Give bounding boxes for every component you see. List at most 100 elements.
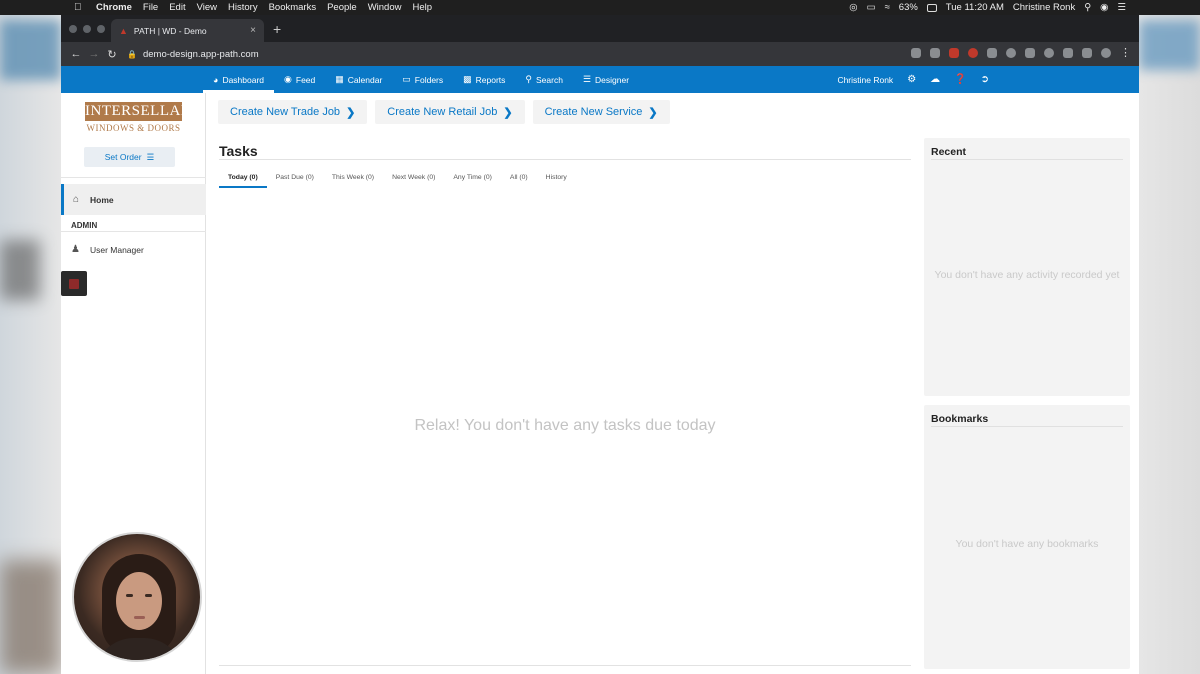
button-label: Create New Retail Job	[387, 106, 498, 118]
menu-file[interactable]: File	[143, 2, 158, 13]
nav-label: Calendar	[347, 74, 383, 85]
forward-icon[interactable]: →	[85, 48, 103, 60]
recent-title: Recent	[931, 146, 967, 158]
star-bookmark-icon[interactable]	[930, 48, 940, 58]
divider	[61, 177, 206, 178]
help-icon[interactable]: ❓	[954, 74, 966, 85]
close-window-button[interactable]	[69, 25, 77, 33]
create-retail-job-button[interactable]: Create New Retail Job ❯	[375, 100, 525, 124]
dashboard-icon: ◕	[213, 74, 219, 85]
extension-icon[interactable]	[1063, 48, 1073, 58]
spotlight-search-icon[interactable]: ⚲	[1084, 2, 1091, 13]
new-tab-button[interactable]: +	[273, 21, 281, 37]
divider	[61, 231, 206, 232]
bookmarks-title: Bookmarks	[931, 413, 989, 425]
nav-search[interactable]: ⚲ Search	[515, 66, 573, 93]
profile-avatar-icon[interactable]	[1101, 48, 1111, 58]
logo-line-2: WINDOWS & DOORS	[86, 123, 181, 133]
menu-window[interactable]: Window	[368, 2, 402, 13]
sidebar-item-user-manager[interactable]: ♟ User Manager	[71, 244, 144, 255]
tab-any-time[interactable]: Any Time (0)	[444, 168, 501, 188]
clock[interactable]: Tue 11:20 AM	[946, 2, 1004, 13]
extension-icon[interactable]	[987, 48, 997, 58]
sidebar-item-label: User Manager	[89, 244, 144, 255]
home-icon: ⌂	[73, 194, 80, 205]
extension-icon[interactable]	[1025, 48, 1035, 58]
nav-calendar[interactable]: ▦ Calendar	[325, 66, 392, 93]
siri-icon[interactable]: ◉	[1100, 2, 1108, 13]
nav-user-tools: Christine Ronk ⚙ ☁ ❓ ➲	[837, 66, 1139, 93]
tab-next-week[interactable]: Next Week (0)	[383, 168, 444, 188]
apple-menu-icon[interactable]: 	[74, 2, 84, 13]
add-user-icon: ♟	[71, 244, 80, 255]
back-icon[interactable]: ←	[67, 48, 85, 60]
close-tab-icon[interactable]: ×	[250, 25, 256, 36]
battery-percent[interactable]: 63%	[899, 2, 918, 13]
button-label: Create New Trade Job	[230, 106, 341, 118]
menu-history[interactable]: History	[228, 2, 258, 13]
webcam-overlay	[72, 532, 202, 662]
extension-round-icon[interactable]	[1044, 48, 1054, 58]
mac-menu-bar:  Chrome File Edit View History Bookmark…	[0, 0, 1200, 15]
nav-reports[interactable]: ▩ Reports	[453, 66, 515, 93]
extension-icon[interactable]	[1082, 48, 1092, 58]
app-nav-bar: ◕ Dashboard ◉ Feed ▦ Calendar ▭ Folders …	[61, 66, 1139, 93]
menu-help[interactable]: Help	[412, 2, 432, 13]
stop-recording-button[interactable]	[61, 271, 87, 296]
nav-feed[interactable]: ◉ Feed	[274, 66, 325, 93]
menu-edit[interactable]: Edit	[169, 2, 185, 13]
tab-all[interactable]: All (0)	[501, 168, 537, 188]
menu-app-name[interactable]: Chrome	[96, 2, 132, 13]
extension-red-icon[interactable]	[949, 48, 959, 58]
tab-today[interactable]: Today (0)	[219, 168, 267, 188]
sidebar-item-home[interactable]: ⌂ Home	[61, 184, 206, 215]
browser-toolbar: ← → ↻ 🔒 demo-design.app-path.com ⋮	[61, 42, 1139, 66]
chat-icon[interactable]: ☁	[930, 74, 940, 85]
tab-history[interactable]: History	[537, 168, 576, 188]
nav-label: Designer	[595, 74, 630, 85]
menu-user-name[interactable]: Christine Ronk	[1013, 2, 1075, 13]
browser-tab[interactable]: ▲ PATH | WD - Demo ×	[111, 19, 264, 42]
chevron-right-icon: ❯	[346, 106, 356, 119]
browser-window: ▲ PATH | WD - Demo × + ← → ↻ 🔒 demo-desi…	[61, 15, 1139, 674]
notification-center-icon[interactable]: ☰	[1117, 2, 1126, 13]
nav-folders[interactable]: ▭ Folders	[392, 66, 453, 93]
nav-designer[interactable]: ☰ Designer	[573, 66, 639, 93]
extension-round-icon[interactable]	[1006, 48, 1016, 58]
menu-bookmarks[interactable]: Bookmarks	[269, 2, 317, 13]
create-trade-job-button[interactable]: Create New Trade Job ❯	[218, 100, 368, 124]
gear-icon[interactable]: ⚙	[907, 74, 916, 85]
bookmarks-empty-message: You don't have any bookmarks	[955, 538, 1099, 550]
logout-icon[interactable]: ➲	[981, 74, 989, 85]
key-icon[interactable]	[911, 48, 921, 58]
maximize-window-button[interactable]	[97, 25, 105, 33]
minimize-window-button[interactable]	[83, 25, 91, 33]
lock-icon: 🔒	[127, 49, 137, 59]
menu-people[interactable]: People	[327, 2, 357, 13]
reload-icon[interactable]: ↻	[103, 48, 121, 61]
airplay-icon[interactable]: ▭	[867, 2, 876, 13]
extension-record-icon[interactable]	[968, 48, 978, 58]
menu-extras: ◎ ▭ ≈ 63% Tue 11:20 AM Christine Ronk ⚲ …	[849, 0, 1200, 15]
kebab-menu-icon[interactable]: ⋮	[1120, 48, 1131, 59]
address-bar[interactable]: 🔒 demo-design.app-path.com	[127, 49, 259, 60]
wifi-icon[interactable]: ≈	[885, 2, 890, 13]
sidebar-item-label: Home	[90, 194, 114, 205]
main-content: Create New Trade Job ❯ Create New Retail…	[207, 93, 1139, 674]
divider	[219, 159, 911, 160]
designer-icon: ☰	[582, 74, 592, 84]
battery-icon[interactable]	[926, 3, 937, 12]
nav-user-name[interactable]: Christine Ronk	[837, 75, 893, 85]
tab-this-week[interactable]: This Week (0)	[323, 168, 383, 188]
window-controls	[69, 25, 105, 33]
set-order-button[interactable]: Set Order ☰	[84, 147, 175, 167]
menu-view[interactable]: View	[197, 2, 217, 13]
stop-icon	[69, 279, 79, 289]
divider	[931, 159, 1123, 160]
status-icon[interactable]: ◎	[849, 2, 857, 13]
nav-dashboard[interactable]: ◕ Dashboard	[203, 66, 275, 93]
nav-label: Dashboard	[222, 74, 265, 85]
tab-past-due[interactable]: Past Due (0)	[267, 168, 323, 188]
divider	[219, 665, 911, 666]
create-service-button[interactable]: Create New Service ❯	[532, 100, 670, 124]
